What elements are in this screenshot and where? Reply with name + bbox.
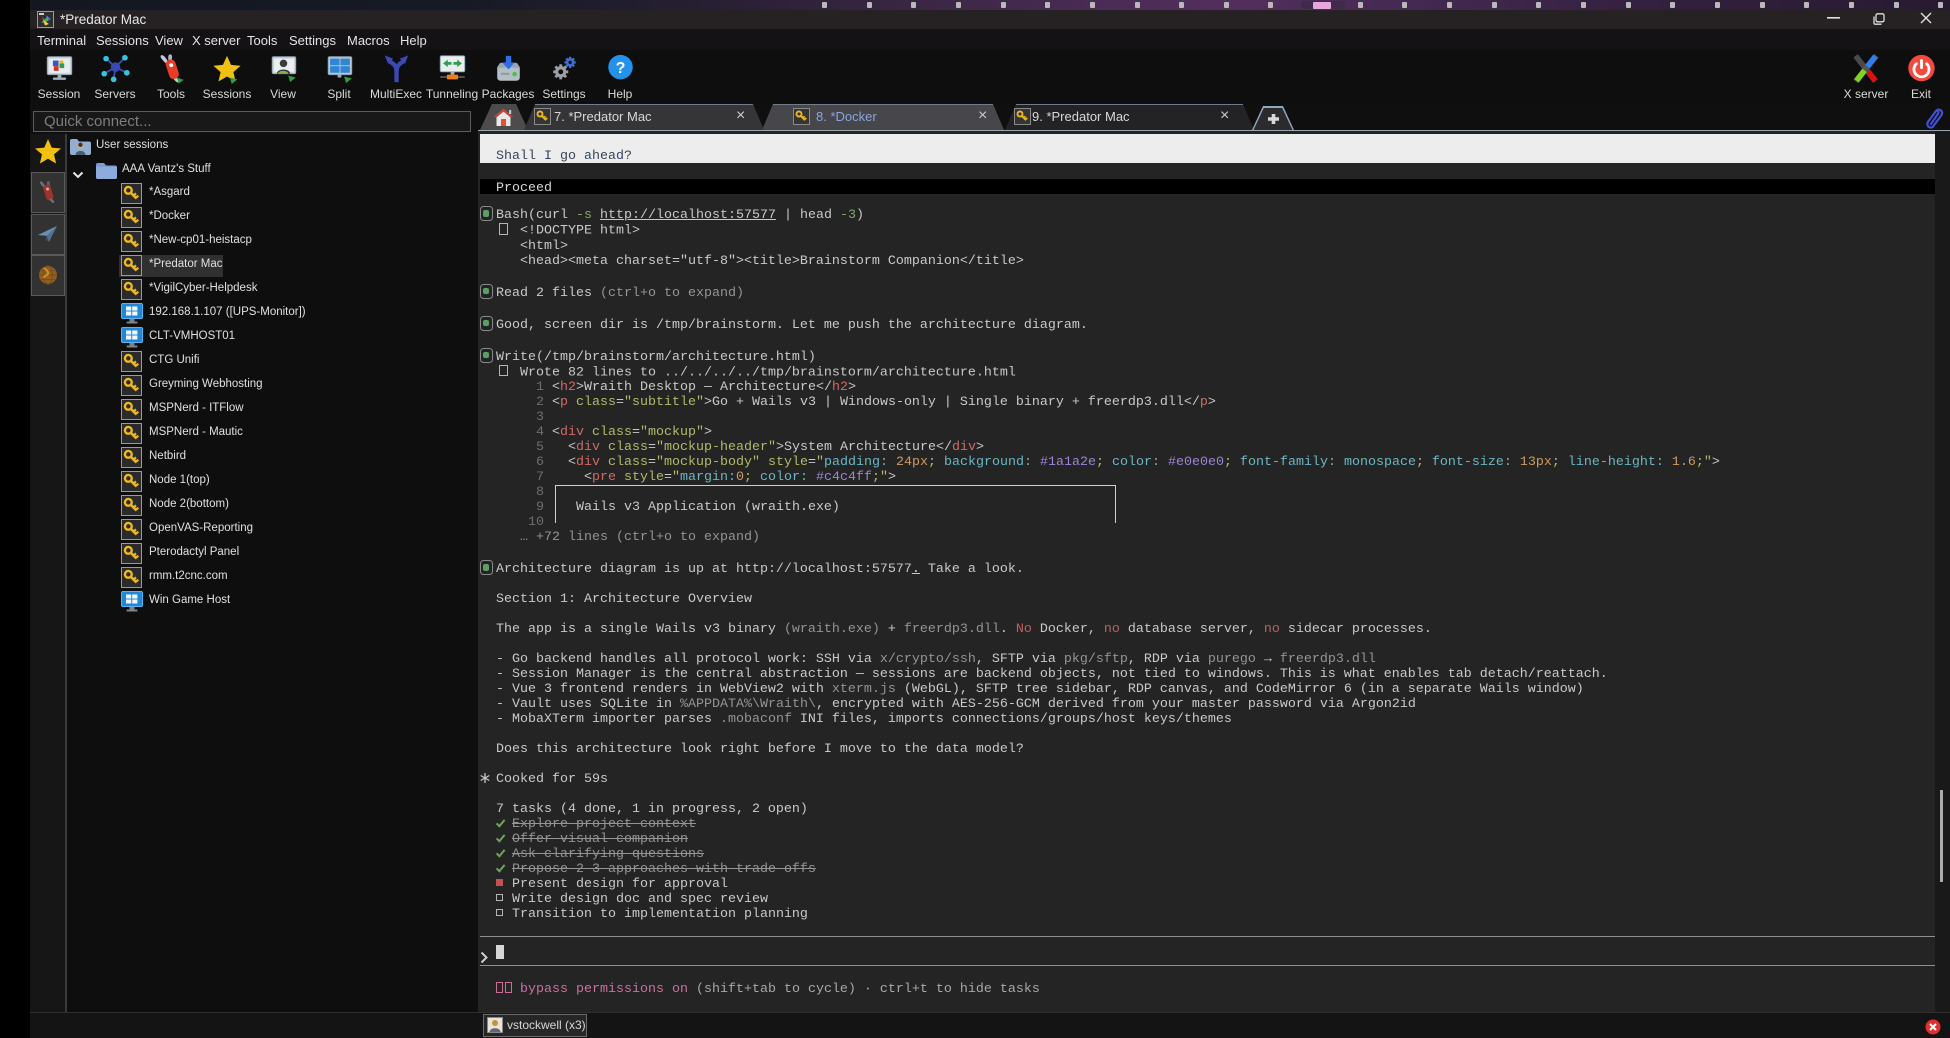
svg-text:?: ? <box>615 60 625 77</box>
